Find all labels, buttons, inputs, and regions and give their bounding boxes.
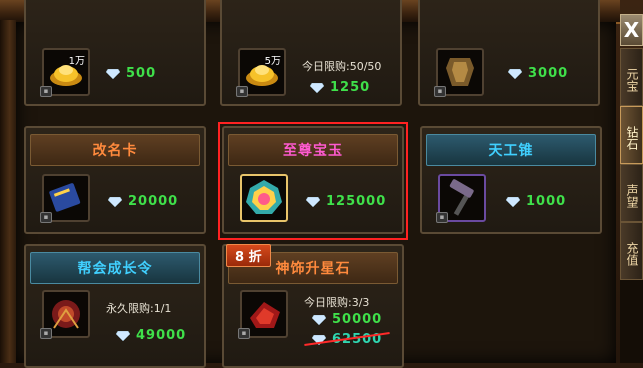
lock-icon: ▪: [434, 86, 446, 97]
shop-item-gold-5w[interactable]: 5万 ▪ 今日限购:50/50 1250: [220, 0, 402, 106]
item-price: 500: [106, 66, 156, 81]
item-icon-rename-card: ▪: [40, 174, 90, 223]
item-icon-armor: ▪: [434, 48, 484, 97]
close-button[interactable]: X: [620, 14, 643, 46]
item-price: 50000: [312, 312, 382, 327]
shop-item-guild-growth[interactable]: 帮会成长令 ▪ 永久限购:1/1 49000: [24, 244, 206, 368]
item-quantity: 1万: [68, 56, 85, 67]
item-quantity: 5万: [264, 56, 281, 67]
item-price: 1250: [310, 80, 370, 95]
tab-diamond[interactable]: 钻石: [620, 106, 643, 164]
lock-icon: ▪: [40, 86, 52, 97]
side-tab-bar: 元宝 钻石 声望 充值: [620, 48, 643, 363]
item-price: 3000: [508, 66, 568, 81]
item-icon-gold-ingot: 5万 ▪: [236, 48, 286, 97]
purchase-limit: 今日限购:3/3: [304, 296, 370, 309]
item-title: 改名卡: [30, 134, 200, 166]
discount-badge: 8 折: [226, 244, 271, 267]
tab-yuanbao[interactable]: 元宝: [620, 48, 643, 106]
item-icon-gold-ingot: 1万 ▪: [40, 48, 90, 97]
diamond-icon: [506, 196, 520, 207]
shop-item-rename-card[interactable]: 改名卡 ▪ 20000: [24, 126, 206, 234]
left-border: [0, 20, 16, 363]
shop-item-gold-1w[interactable]: 1万 ▪ 500: [24, 0, 206, 106]
item-price: 20000: [108, 194, 178, 209]
shop-window: 1万 ▪ 500 5万 ▪ 今日限购:50/50 1250 ▪ 3000 改名卡…: [0, 0, 643, 368]
purchase-limit: 永久限购:1/1: [106, 302, 172, 315]
diamond-icon: [508, 68, 522, 79]
item-icon-star-stone: ▪: [238, 290, 288, 339]
diamond-icon: [312, 314, 326, 325]
lock-icon: ▪: [40, 212, 52, 223]
selection-highlight: [218, 122, 408, 240]
shop-item-armor[interactable]: ▪ 3000: [418, 0, 600, 106]
tab-recharge[interactable]: 充值: [620, 222, 643, 280]
tab-prestige[interactable]: 声望: [620, 164, 643, 222]
item-icon-hammer: ▪: [436, 174, 486, 223]
lock-icon: ▪: [436, 212, 448, 223]
shop-item-hammer[interactable]: 天工锥 ▪ 1000: [420, 126, 602, 234]
diamond-icon: [310, 82, 324, 93]
item-title: 帮会成长令: [30, 252, 200, 284]
lock-icon: ▪: [236, 86, 248, 97]
item-icon-guild-token: ▪: [40, 290, 90, 339]
diamond-icon: [106, 68, 120, 79]
lock-icon: ▪: [238, 328, 250, 339]
lock-icon: ▪: [40, 328, 52, 339]
item-price: 1000: [506, 194, 566, 209]
diamond-icon: [108, 196, 122, 207]
item-title: 天工锥: [426, 134, 596, 166]
purchase-limit: 今日限购:50/50: [302, 60, 382, 73]
diamond-icon: [116, 330, 130, 341]
item-price: 49000: [116, 328, 186, 343]
